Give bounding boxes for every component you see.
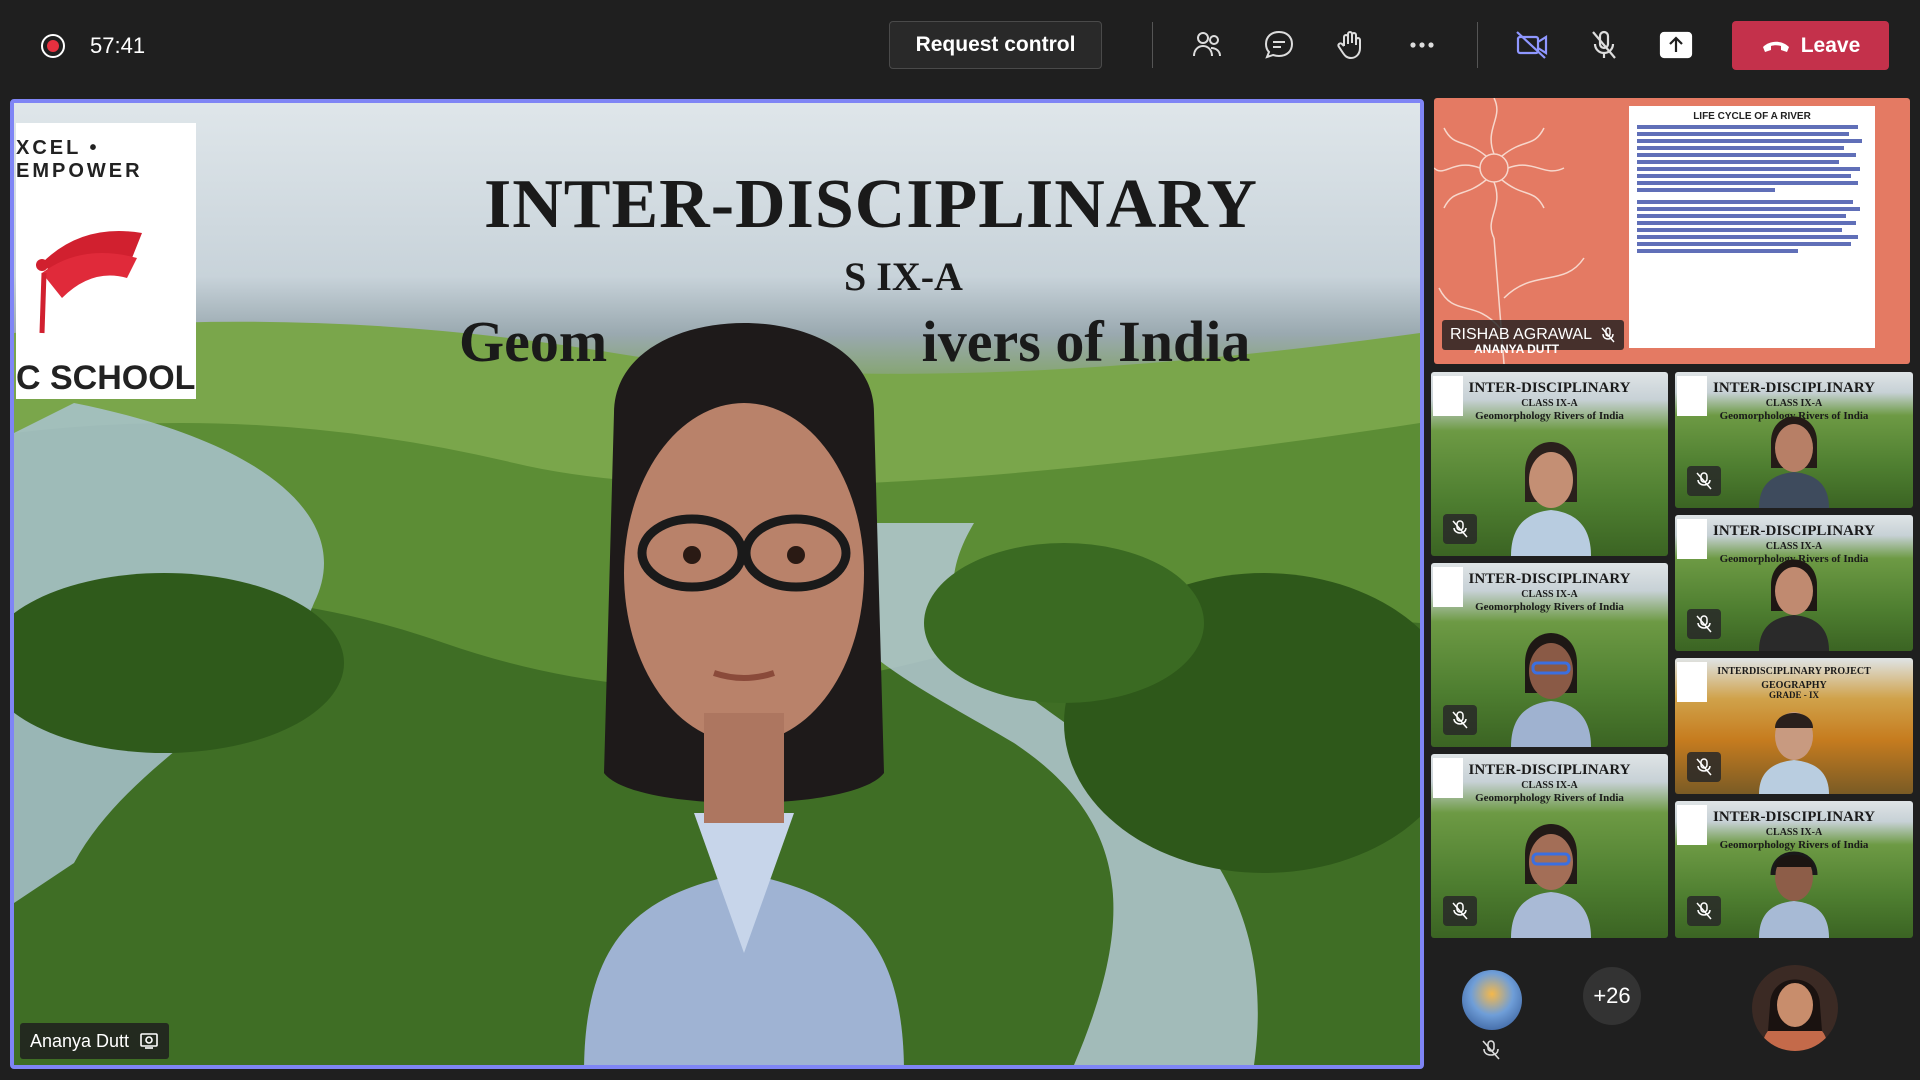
participant-figure [1511,633,1591,747]
more-participants-button[interactable]: +26 [1583,967,1641,1025]
mic-off-icon [1601,327,1615,343]
mic-off-icon [1687,896,1721,926]
raise-hand-icon[interactable] [1330,24,1372,66]
tile-slide-title: INTER-DISCIPLINARY [1468,762,1631,778]
tile-slide-subtitle: CLASS IX-A [1521,589,1578,600]
logo-motto: XCEL • EMPOWER [16,137,143,182]
mic-off-icon [1443,896,1477,926]
participant-figure [1511,442,1591,556]
share-screen-icon[interactable] [1655,24,1697,66]
mic-off-icon [1687,466,1721,496]
tile-slide-topic: Geomorphology Rivers of India [1475,601,1624,613]
mic-off-icon [1443,514,1477,544]
meeting-toolbar: 57:41 Request control Leave [0,0,1920,92]
school-logo: XCEL • EMPOWER C SCHOOL [16,123,196,399]
camera-off-icon[interactable] [1511,24,1553,66]
mic-off-icon[interactable] [1583,24,1625,66]
toolbar-divider [1152,22,1153,68]
doc-title: LIFE CYCLE OF A RIVER [1693,111,1811,122]
shared-document: LIFE CYCLE OF A RIVER [1629,106,1875,348]
participant-figure [1759,712,1829,794]
leave-button[interactable]: Leave [1732,21,1889,70]
participant-figure [1759,851,1829,938]
participant-tile[interactable]: INTER-DISCIPLINARY CLASS IX-A Geomorphol… [1431,372,1668,556]
mic-off-icon [1443,705,1477,735]
logo-school-name: C SCHOOL [16,359,196,397]
participant-name-tag: Ananya Dutt [20,1023,170,1059]
tile-slide-subtitle: CLASS IX-A [1521,398,1578,409]
tile-slide-title: INTER-DISCIPLINARY [1713,809,1875,825]
phone-hangup-icon [1762,41,1789,52]
shared-screen-tile[interactable]: LIFE CYCLE OF A RIVER RISHAB AGRAWAL ANA… [1434,98,1910,364]
screen-share-indicator-icon [140,1033,158,1049]
recording-indicator-icon [41,34,65,58]
toolbar-divider [1477,22,1478,68]
participant-tile[interactable]: INTER-DISCIPLINARY CLASS IX-A Geomorphol… [1675,515,1913,651]
leave-label: Leave [1800,33,1861,57]
participant-tile[interactable]: INTER-DISCIPLINARY CLASS IX-A Geomorphol… [1431,563,1668,747]
tile-slide-title: INTERDISCIPLINARY PROJECT [1717,666,1871,677]
call-timer: 57:41 [90,33,146,58]
presenter-figure [584,323,904,1065]
slide-title: INTER-DISCIPLINARY [484,166,1258,243]
tile-slide-title: INTER-DISCIPLINARY [1468,380,1631,396]
tile-slide-title: INTER-DISCIPLINARY [1713,523,1875,539]
chat-icon[interactable] [1258,24,1300,66]
mic-off-icon [1482,1040,1500,1065]
slide-topic-right: ivers of India [921,309,1251,374]
tile-slide-title: INTER-DISCIPLINARY [1713,380,1875,396]
participant-avatar[interactable] [1752,965,1838,1051]
request-control-button[interactable]: Request control [889,21,1102,69]
overlay-participant-name: ANANYA DUTT [1474,342,1560,356]
participant-figure [1759,559,1829,651]
book-logo-icon [36,231,142,334]
participant-figure [1511,824,1591,938]
participant-name: Ananya Dutt [30,1030,130,1051]
tile-slide-subtitle: CLASS IX-A [1521,780,1578,791]
participant-figure [1759,416,1829,508]
active-speaker-video[interactable]: XCEL • EMPOWER C SCHOOL INTER-DISCIPLINA… [10,99,1424,1069]
participant-tile[interactable]: INTERDISCIPLINARY PROJECT GEOGRAPHY GRAD… [1675,658,1913,794]
tile-slide-topic: GRADE - IX [1768,690,1819,700]
participant-tile[interactable]: INTER-DISCIPLINARY CLASS IX-A Geomorphol… [1675,801,1913,938]
tile-slide-topic: Geomorphology Rivers of India [1475,792,1624,804]
people-icon[interactable] [1186,24,1228,66]
participant-tile[interactable]: INTER-DISCIPLINARY CLASS IX-A Geomorphol… [1431,754,1668,938]
mic-off-icon [1687,609,1721,639]
tile-slide-topic: Geomorphology Rivers of India [1475,410,1624,422]
tile-slide-title: INTER-DISCIPLINARY [1468,571,1631,587]
more-options-icon[interactable] [1401,24,1443,66]
mic-off-icon [1687,752,1721,782]
participant-tile[interactable]: INTER-DISCIPLINARY CLASS IX-A Geomorphol… [1675,372,1913,508]
participant-avatar[interactable] [1462,970,1522,1030]
